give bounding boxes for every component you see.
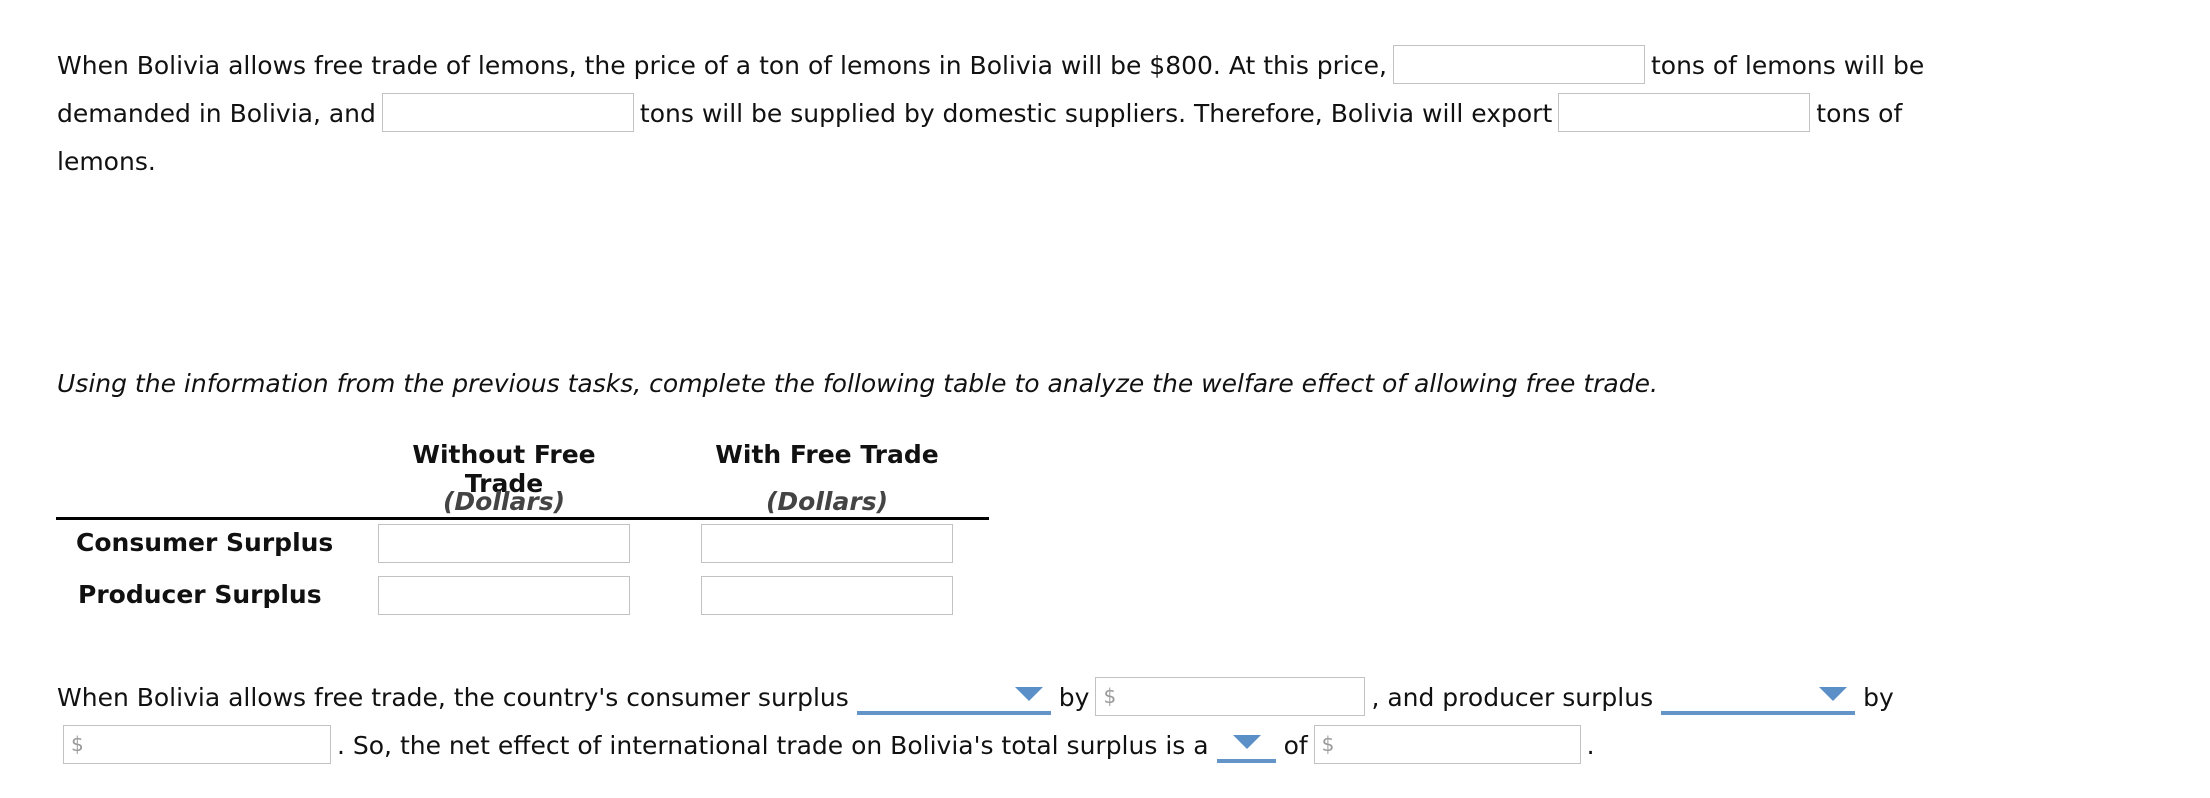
net-effect-amount-input[interactable]: $: [1313, 724, 1581, 764]
dollar-sign-icon: $: [71, 731, 84, 756]
consumer-surplus-change-dropdown[interactable]: [856, 679, 1051, 715]
chevron-down-icon: [1819, 687, 1848, 701]
table-header-rule: [56, 517, 989, 520]
welfare-summary-question: When Bolivia allows free trade, the coun…: [57, 674, 2057, 770]
summary-text-3: , and producer surplus: [1371, 683, 1654, 712]
column-unit-without-free-trade: (Dollars): [443, 487, 565, 516]
column-header-with-free-trade: With Free Trade: [715, 440, 939, 469]
summary-text-6: of: [1283, 731, 1308, 760]
summary-text-2: by: [1058, 683, 1090, 712]
summary-text-7: .: [1586, 731, 1595, 760]
net-effect-type-dropdown[interactable]: [1216, 727, 1276, 763]
summary-text-5: . So, the net effect of international tr…: [337, 731, 1209, 760]
row-label-producer-surplus: Producer Surplus: [78, 580, 322, 609]
row-label-consumer-surplus: Consumer Surplus: [76, 528, 334, 557]
question-text-1: When Bolivia allows free trade of lemons…: [57, 51, 1387, 80]
table-instructions: Using the information from the previous …: [57, 369, 1658, 398]
question-text-3: demanded in Bolivia, and: [57, 99, 376, 128]
exports-input[interactable]: [1558, 92, 1811, 132]
dollar-sign-icon: $: [1321, 731, 1335, 756]
question-text-2: tons of lemons will be: [1650, 51, 1925, 80]
column-unit-with-free-trade: (Dollars): [766, 487, 888, 516]
summary-text-1: When Bolivia allows free trade, the coun…: [57, 683, 849, 712]
question-text-5: tons of: [1816, 99, 1903, 128]
free-trade-question: When Bolivia allows free trade of lemons…: [57, 42, 1957, 186]
summary-text-4: by: [1863, 683, 1894, 712]
producer-surplus-with-trade-input[interactable]: [701, 576, 953, 615]
consumer-surplus-without-trade-input[interactable]: [378, 524, 630, 563]
producer-surplus-change-dropdown[interactable]: [1661, 679, 1856, 715]
producer-surplus-amount-input[interactable]: $: [63, 724, 331, 764]
consumer-surplus-amount-input[interactable]: $: [1095, 676, 1366, 716]
chevron-down-icon: [1232, 735, 1261, 749]
quantity-supplied-input[interactable]: [381, 92, 634, 132]
chevron-down-icon: [1014, 687, 1043, 701]
dollar-sign-icon: $: [1103, 683, 1117, 708]
producer-surplus-without-trade-input[interactable]: [378, 576, 630, 615]
question-text-4: tons will be supplied by domestic suppli…: [639, 99, 1553, 128]
question-text-6: lemons.: [57, 147, 156, 176]
quantity-demanded-input[interactable]: [1392, 44, 1645, 84]
consumer-surplus-with-trade-input[interactable]: [701, 524, 953, 563]
